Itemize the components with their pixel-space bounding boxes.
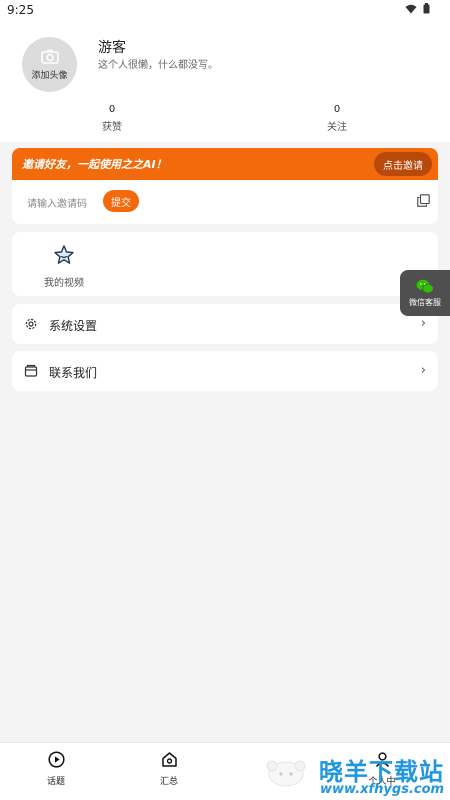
wifi-icon	[405, 4, 417, 13]
media-card: 我的视频	[12, 232, 438, 296]
contact-us-label: 联系我们	[49, 366, 98, 380]
user-bio: 这个人很懒，什么都没写。	[98, 60, 218, 71]
stat-following[interactable]: 0 关注	[307, 104, 367, 133]
my-videos-label: 我的视频	[44, 278, 84, 289]
chevron-right-icon: ›	[420, 316, 426, 331]
my-videos-button[interactable]: 我的视频	[40, 244, 88, 289]
play-circle-icon	[47, 751, 65, 768]
likes-label: 获赞	[102, 122, 122, 133]
status-icons	[405, 3, 430, 14]
battery-icon	[423, 3, 430, 14]
status-time: 9:25	[7, 3, 34, 17]
invite-banner: 邀请好友，一起使用之之AI！ 点击邀请	[12, 148, 438, 180]
status-bar: 9:25	[0, 0, 450, 20]
invite-card: 邀请好友，一起使用之之AI！ 点击邀请 请输入邀请码 提交	[12, 148, 438, 224]
nav-topics-label: 话题	[46, 777, 65, 787]
wechat-service-label: 微信客服	[409, 297, 441, 307]
invite-button[interactable]: 点击邀请	[374, 152, 432, 176]
stat-likes[interactable]: 0 获赞	[82, 104, 142, 133]
nav-tab-summary[interactable]: 汇总	[139, 751, 199, 787]
copy-icon[interactable]	[417, 194, 430, 207]
nav-summary-label: 汇总	[159, 777, 178, 787]
profile-header: 添加头像 游客 这个人很懒，什么都没写。 0 获赞 0 关注	[0, 20, 450, 142]
contact-us-row[interactable]: 联系我们 ›	[12, 351, 438, 391]
site-watermark: 晓羊下载站 www.xfhygs.com	[262, 752, 450, 800]
gear-icon	[25, 318, 37, 330]
sheep-logo-icon	[266, 760, 306, 787]
likes-count: 0	[108, 104, 116, 115]
chevron-right-icon: ›	[420, 363, 426, 378]
avatar-upload-button[interactable]: 添加头像	[22, 37, 77, 92]
system-settings-label: 系统设置	[49, 319, 98, 333]
star-icon	[54, 245, 74, 264]
system-settings-row[interactable]: 系统设置 ›	[12, 304, 438, 344]
camera-icon	[40, 49, 59, 64]
watermark-url: www.xfhygs.com	[320, 782, 445, 797]
following-count: 0	[333, 104, 341, 115]
submit-button[interactable]: 提交	[103, 190, 139, 212]
wechat-service-button[interactable]: 微信客服	[400, 270, 450, 316]
avatar-label: 添加头像	[31, 70, 68, 81]
invite-code-input[interactable]: 请输入邀请码	[27, 195, 87, 210]
username: 游客	[98, 40, 126, 56]
wechat-icon	[416, 279, 434, 293]
home-icon	[161, 752, 177, 767]
contact-icon	[24, 364, 38, 377]
nav-tab-topics[interactable]: 话题	[26, 751, 86, 787]
following-label: 关注	[327, 122, 347, 133]
invite-banner-text: 邀请好友，一起使用之之AI！	[22, 158, 167, 171]
